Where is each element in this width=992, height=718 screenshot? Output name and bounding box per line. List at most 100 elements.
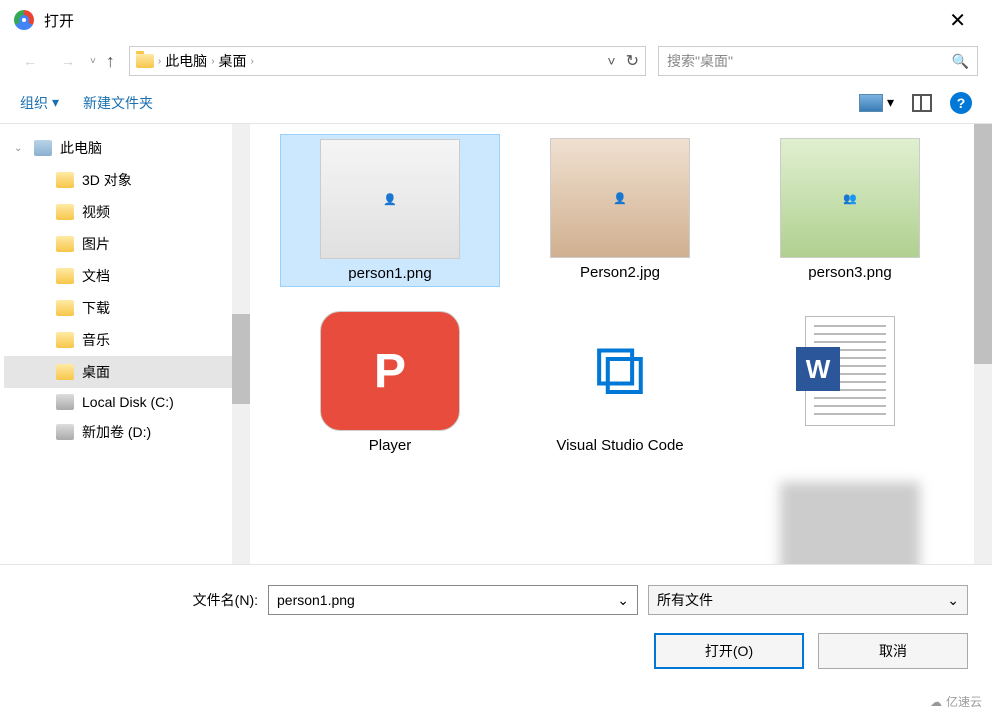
watermark: ☁亿速云 [930, 693, 982, 710]
window-title: 打开 [44, 10, 74, 31]
address-bar[interactable]: › 此电脑 › 桌面 › ˅ ↻ [129, 46, 646, 76]
expand-icon[interactable]: ⌄ [14, 143, 22, 154]
file-label: Player [369, 437, 412, 454]
crumb-current[interactable]: 桌面 [219, 51, 247, 71]
crumb-root[interactable]: 此电脑 [165, 51, 207, 71]
folder-icon [56, 268, 74, 284]
disk-icon [56, 394, 74, 410]
tree-label: 图片 [82, 234, 110, 254]
title-bar: 打开 ✕ [0, 0, 992, 40]
tree-item-documents[interactable]: 文档 [4, 260, 246, 292]
folder-icon [136, 54, 154, 68]
crumb-sep: › [211, 56, 214, 67]
app-icon: P [320, 311, 460, 431]
crumb-sep: › [158, 56, 161, 67]
file-label: Person2.jpg [580, 264, 660, 281]
file-item-person2[interactable]: 👤 Person2.jpg [510, 134, 730, 287]
tree-item-music[interactable]: 音乐 [4, 324, 246, 356]
image-thumbnail: 👥 [780, 138, 920, 258]
nav-back[interactable]: ← [14, 45, 46, 77]
toolbar: 组织 ▾ 新建文件夹 ▾ ? [0, 82, 992, 124]
tree-item-3d[interactable]: 3D 对象 [4, 164, 246, 196]
help-button[interactable]: ? [950, 92, 972, 114]
tree-label: 此电脑 [60, 138, 102, 158]
file-item-vscode[interactable]: ⧉ Visual Studio Code [510, 307, 730, 458]
view-icon [859, 94, 883, 112]
filename-label: 文件名(N): [193, 590, 258, 610]
folder-icon [56, 172, 74, 188]
button-row: 打开(O) 取消 [24, 633, 968, 669]
tree-item-downloads[interactable]: 下载 [4, 292, 246, 324]
footer: 文件名(N): person1.png ⌄ 所有文件 ⌄ 打开(O) 取消 [0, 564, 992, 683]
main-area: ⌄ 此电脑 3D 对象 视频 图片 文档 下载 音乐 桌面 Local Disk… [0, 124, 992, 564]
word-icon: W [780, 311, 920, 431]
file-item-word[interactable]: W [740, 307, 960, 458]
filetype-select[interactable]: 所有文件 ⌄ [648, 585, 968, 615]
files-grid: 👤 person1.png 👤 Person2.jpg 👥 person3.pn… [250, 124, 992, 564]
vscode-icon: ⧉ [550, 311, 690, 431]
file-item-person1[interactable]: 👤 person1.png [280, 134, 500, 287]
refresh-button[interactable]: ↻ [626, 51, 639, 71]
folder-icon [56, 300, 74, 316]
filename-value: person1.png [277, 592, 355, 608]
chrome-icon [14, 10, 34, 30]
tree-item-pictures[interactable]: 图片 [4, 228, 246, 260]
chevron-down-icon: ▾ [52, 94, 59, 111]
tree-item-desktop[interactable]: 桌面 [4, 356, 246, 388]
filename-row: 文件名(N): person1.png ⌄ 所有文件 ⌄ [24, 585, 968, 615]
crumb-sep: › [251, 56, 254, 67]
folder-icon [56, 364, 74, 380]
folder-icon [56, 204, 74, 220]
search-icon: 🔍 [952, 53, 969, 70]
new-folder-button[interactable]: 新建文件夹 [83, 93, 153, 113]
folder-icon [56, 236, 74, 252]
file-item-person3[interactable]: 👥 person3.png [740, 134, 960, 287]
tree-item-disk-c[interactable]: Local Disk (C:) [4, 388, 246, 416]
nav-up[interactable]: ↑ [106, 51, 115, 72]
new-folder-label: 新建文件夹 [83, 93, 153, 113]
cancel-button[interactable]: 取消 [818, 633, 968, 669]
tree-label: 下载 [82, 298, 110, 318]
chevron-down-icon[interactable]: ⌄ [947, 592, 959, 609]
organize-label: 组织 [20, 93, 48, 113]
tree-item-videos[interactable]: 视频 [4, 196, 246, 228]
watermark-text: 亿速云 [946, 693, 982, 710]
blurred-thumbnail [780, 482, 920, 564]
tree-item-disk-d[interactable]: 新加卷 (D:) [4, 416, 246, 448]
file-label: person1.png [348, 265, 431, 282]
organize-button[interactable]: 组织 ▾ [20, 93, 59, 113]
tree-label: 文档 [82, 266, 110, 286]
computer-icon [34, 140, 52, 156]
address-dropdown[interactable]: ˅ [607, 53, 615, 69]
tree-label: Local Disk (C:) [82, 394, 174, 410]
tree-label: 新加卷 (D:) [82, 422, 151, 442]
search-placeholder: 搜索"桌面" [667, 51, 733, 71]
file-label: Visual Studio Code [556, 437, 683, 454]
chevron-down-icon: ▾ [887, 94, 894, 111]
file-item-player[interactable]: P Player [280, 307, 500, 458]
tree-pane: ⌄ 此电脑 3D 对象 视频 图片 文档 下载 音乐 桌面 Local Disk… [0, 124, 250, 564]
filetype-value: 所有文件 [657, 590, 713, 610]
disk-icon [56, 424, 74, 440]
tree-item-computer[interactable]: ⌄ 此电脑 [4, 132, 246, 164]
nav-row: ← → ˅ ↑ › 此电脑 › 桌面 › ˅ ↻ 搜索"桌面" 🔍 [0, 40, 992, 82]
filename-input[interactable]: person1.png ⌄ [268, 585, 638, 615]
close-button[interactable]: ✕ [937, 4, 978, 37]
image-thumbnail: 👤 [550, 138, 690, 258]
search-input[interactable]: 搜索"桌面" 🔍 [658, 46, 978, 76]
content-scroll-thumb[interactable] [974, 124, 992, 364]
chevron-down-icon[interactable]: ⌄ [617, 592, 629, 609]
view-mode-button[interactable]: ▾ [859, 94, 894, 112]
file-item-blurred[interactable] [740, 478, 960, 564]
tree-scroll-thumb[interactable] [232, 314, 250, 404]
file-label: person3.png [808, 264, 891, 281]
nav-forward[interactable]: → [52, 45, 84, 77]
tree-label: 视频 [82, 202, 110, 222]
tree-list: ⌄ 此电脑 3D 对象 视频 图片 文档 下载 音乐 桌面 Local Disk… [0, 124, 250, 456]
nav-history-dropdown[interactable]: ˅ [90, 56, 96, 67]
tree-label: 3D 对象 [82, 170, 132, 190]
content-pane: 👤 person1.png 👤 Person2.jpg 👥 person3.pn… [250, 124, 992, 564]
preview-pane-button[interactable] [912, 94, 932, 112]
open-button[interactable]: 打开(O) [654, 633, 804, 669]
tree-label: 桌面 [82, 362, 110, 382]
